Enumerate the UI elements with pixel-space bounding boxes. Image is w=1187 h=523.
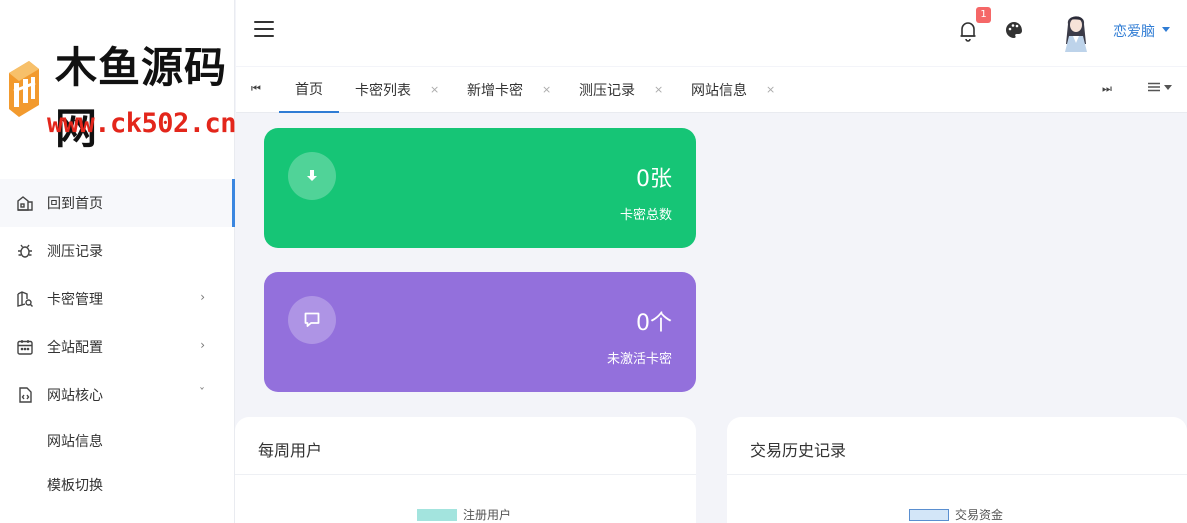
bell-icon[interactable] (958, 20, 978, 42)
tab-last-icon[interactable]: ⏭ (1102, 82, 1112, 96)
notification-badge: 1 (976, 7, 991, 23)
avatar[interactable] (1060, 10, 1092, 52)
chevron-down-icon: ˇ (199, 386, 205, 400)
sidebar-item-site-config[interactable]: 全站配置 › (0, 323, 235, 371)
stat-value: 0个 (636, 311, 672, 336)
chart-legend[interactable]: 注册用户 (417, 506, 511, 523)
tab-site-info[interactable]: 网站信息 (691, 67, 747, 113)
tab-label: 卡密列表 (355, 83, 411, 99)
sidebar-subitem-site-info[interactable]: 网站信息 (0, 419, 235, 463)
tab-home[interactable]: 首页 (279, 67, 339, 113)
stat-card-total-cards: 0张 卡密总数 (264, 128, 696, 248)
panel-divider (235, 474, 696, 475)
tab-close-icon[interactable]: × (766, 83, 775, 96)
chart-legend[interactable]: 交易资金 (909, 506, 1003, 523)
sidebar-subitem-template-switch[interactable]: 模板切换 (0, 463, 235, 507)
tab-label: 首页 (295, 82, 323, 98)
panel-title: 交易历史记录 (750, 441, 847, 460)
logo-mark-icon (9, 61, 39, 117)
stat-label: 卡密总数 (619, 208, 672, 223)
home-icon (16, 194, 34, 212)
map-search-icon (16, 290, 34, 308)
caret-down-icon (1164, 84, 1172, 90)
sidebar-item-label: 回到首页 (47, 196, 103, 212)
stat-value: 0张 (636, 167, 672, 192)
list-icon (1148, 82, 1160, 92)
stat-card-inactive-cards: 0个 未激活卡密 (264, 272, 696, 392)
stat-label: 未激活卡密 (606, 352, 672, 367)
sidebar-item-label: 网站核心 (47, 388, 103, 404)
panel-weekly-users: 每周用户 注册用户 (235, 417, 696, 523)
sidebar-item-site-core[interactable]: 网站核心 ˇ (0, 371, 235, 419)
legend-swatch (417, 508, 457, 521)
logo[interactable]: 木鱼源码网 www.ck502.cn (0, 0, 237, 180)
tab-first-icon[interactable]: ⏮ (251, 82, 261, 96)
legend-label: 注册用户 (463, 508, 512, 522)
sidebar-item-label: 全站配置 (47, 340, 103, 356)
bug-icon (16, 242, 34, 260)
download-icon (288, 152, 336, 200)
tab-label: 新增卡密 (467, 83, 523, 99)
chevron-right-icon: › (200, 338, 205, 352)
panel-transaction-history: 交易历史记录 交易资金 (727, 417, 1187, 523)
logo-url: www.ck502.cn (47, 108, 237, 139)
tab-label: 网站信息 (691, 83, 747, 99)
tab-options-menu[interactable] (1147, 81, 1172, 93)
sidebar-item-home[interactable]: 回到首页 (0, 179, 235, 227)
sidebar: 木鱼源码网 www.ck502.cn 回到首页 测压记录 卡密管理 › 全站配置… (0, 0, 237, 523)
panel-divider (727, 474, 1187, 475)
panel-title: 每周用户 (258, 441, 323, 460)
sidebar-item-stress-records[interactable]: 测压记录 (0, 227, 235, 275)
sidebar-item-label: 测压记录 (47, 244, 103, 260)
chevron-right-icon: › (200, 290, 205, 304)
tab-stress-records[interactable]: 测压记录 (579, 67, 635, 113)
tab-label: 测压记录 (579, 83, 635, 99)
calendar-icon (16, 338, 34, 356)
tab-card-list[interactable]: 卡密列表 (355, 67, 411, 113)
tab-bar: ⏮ 首页 卡密列表 × 新增卡密 × 测压记录 × 网站信息 × ⏭ (236, 67, 1187, 113)
sidebar-menu: 回到首页 测压记录 卡密管理 › 全站配置 › 网站核心 ˇ 网站信息 模板切换 (0, 179, 235, 507)
sidebar-item-label: 卡密管理 (47, 292, 103, 308)
palette-icon[interactable] (1005, 21, 1023, 39)
tab-add-card[interactable]: 新增卡密 (467, 67, 523, 113)
tab-close-icon[interactable]: × (654, 83, 663, 96)
legend-label: 交易资金 (955, 508, 1004, 522)
menu-toggle-icon[interactable] (254, 21, 274, 37)
caret-down-icon[interactable] (1162, 27, 1170, 32)
top-header: 1 恋爱脑 (236, 0, 1187, 66)
legend-swatch (909, 508, 949, 521)
sidebar-item-card-management[interactable]: 卡密管理 › (0, 275, 235, 323)
code-file-icon (16, 386, 34, 404)
tab-close-icon[interactable]: × (542, 83, 551, 96)
message-icon (288, 296, 336, 344)
username[interactable]: 恋爱脑 (1113, 21, 1155, 41)
tab-close-icon[interactable]: × (430, 83, 439, 96)
